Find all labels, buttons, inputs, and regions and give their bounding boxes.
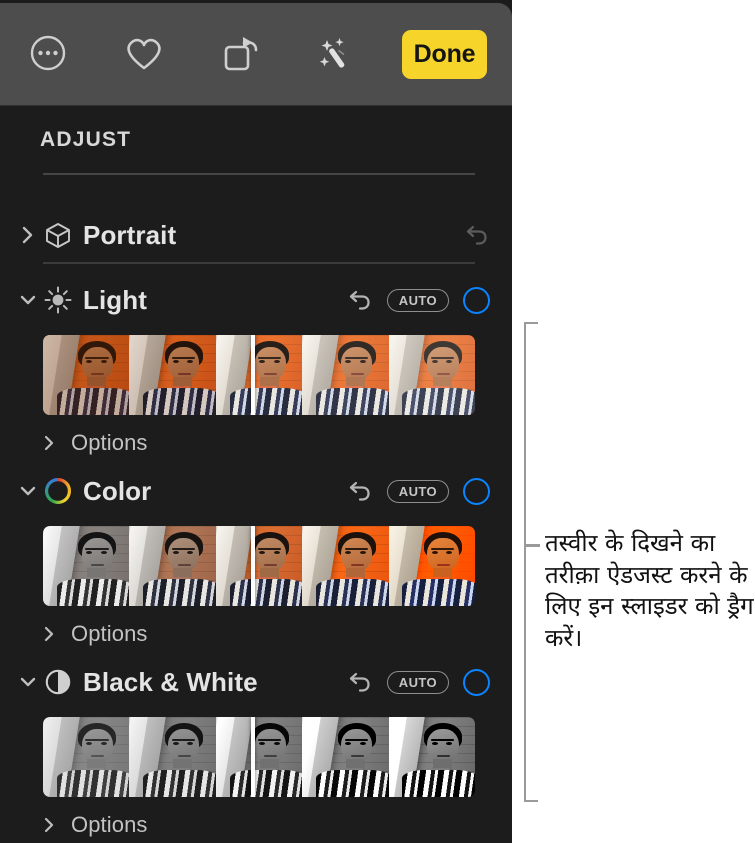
options-label-black-and-white: Options <box>71 812 148 837</box>
crop-rotate-button[interactable] <box>192 3 288 106</box>
toggle-button-color[interactable] <box>463 477 490 505</box>
options-label-color: Options <box>71 621 148 646</box>
chevron-down-icon[interactable] <box>15 291 41 309</box>
adjust-row-label-black-and-white: Black & White <box>83 666 258 697</box>
adjust-section-title: ADJUST <box>40 128 132 151</box>
contrast-circle-icon <box>41 667 75 697</box>
slider-handle-black-and-white[interactable] <box>251 717 256 797</box>
options-row-light[interactable]: Options <box>0 427 360 459</box>
more-options-icon <box>27 32 69 77</box>
slider-strip-black-and-white[interactable] <box>43 717 475 797</box>
strip-thumbnail-selected[interactable] <box>215 526 303 606</box>
auto-enhance-button[interactable] <box>288 3 384 106</box>
strip-thumbnail-selected[interactable] <box>215 717 303 797</box>
done-button[interactable]: Done <box>402 30 487 79</box>
color-wheel-icon <box>41 476 75 506</box>
slider-handle-color[interactable] <box>251 526 256 606</box>
adjust-row-portrait[interactable]: Portrait <box>0 213 512 257</box>
adjust-section-divider <box>43 173 475 175</box>
strip-thumbnail[interactable] <box>43 717 130 797</box>
strip-thumbnail[interactable] <box>43 335 130 415</box>
reset-button-black-and-white[interactable] <box>347 669 373 695</box>
reset-button-portrait[interactable] <box>464 222 490 248</box>
strip-thumbnail[interactable] <box>388 335 475 415</box>
chevron-down-icon[interactable] <box>15 673 41 691</box>
chevron-right-icon[interactable] <box>15 224 41 246</box>
chevron-right-icon[interactable] <box>36 815 62 835</box>
auto-enhance-wand-icon <box>313 31 359 78</box>
strip-thumbnail[interactable] <box>129 335 216 415</box>
adjust-row-light[interactable]: Light AUTO <box>0 278 512 322</box>
adjust-row-label-color: Color <box>83 475 152 506</box>
reset-button-light[interactable] <box>347 287 373 313</box>
auto-button-color[interactable]: AUTO <box>386 479 449 503</box>
toggle-button-light[interactable] <box>463 286 490 314</box>
slider-strip-color[interactable] <box>43 526 475 606</box>
callout-bracket <box>524 322 538 802</box>
adjust-row-color[interactable]: Color AUTO <box>0 469 512 513</box>
reset-button-color[interactable] <box>347 478 373 504</box>
auto-button-black-and-white[interactable]: AUTO <box>386 670 449 694</box>
options-row-black-and-white[interactable]: Options <box>0 809 360 841</box>
row-divider-portrait <box>43 262 475 264</box>
callout-tick <box>524 544 540 547</box>
favorite-button[interactable] <box>96 3 192 106</box>
adjust-row-label-light: Light <box>83 284 148 315</box>
strip-thumbnail[interactable] <box>302 717 389 797</box>
slider-strip-light[interactable] <box>43 335 475 415</box>
strip-thumbnail[interactable] <box>388 717 475 797</box>
slider-handle-light[interactable] <box>251 335 256 415</box>
strip-thumbnail-selected[interactable] <box>215 335 303 415</box>
favorite-heart-icon <box>122 32 166 77</box>
adjust-row-black-and-white[interactable]: Black & White AUTO <box>0 660 512 704</box>
callout-text: तस्वीर के दिखने का तरीक़ा ऐडजस्ट करने के… <box>545 529 754 653</box>
cube-icon <box>41 220 75 250</box>
strip-thumbnail[interactable] <box>43 526 130 606</box>
photo-editor-panel: Done ADJUST Portrait Light AUTO Options … <box>0 0 512 843</box>
strip-thumbnail[interactable] <box>302 526 389 606</box>
adjust-row-label-portrait: Portrait <box>83 219 177 250</box>
sun-icon <box>41 285 75 315</box>
chevron-right-icon[interactable] <box>36 433 62 453</box>
strip-thumbnail[interactable] <box>388 526 475 606</box>
toggle-button-black-and-white[interactable] <box>463 668 490 696</box>
auto-button-light[interactable]: AUTO <box>386 288 449 312</box>
chevron-right-icon[interactable] <box>36 624 62 644</box>
strip-thumbnail[interactable] <box>129 717 216 797</box>
strip-thumbnail[interactable] <box>302 335 389 415</box>
options-row-color[interactable]: Options <box>0 618 360 650</box>
crop-rotate-icon <box>218 31 262 78</box>
strip-thumbnail[interactable] <box>129 526 216 606</box>
more-options-button[interactable] <box>0 3 96 106</box>
chevron-down-icon[interactable] <box>15 482 41 500</box>
options-label-light: Options <box>71 430 148 455</box>
editor-toolbar: Done <box>0 3 512 106</box>
